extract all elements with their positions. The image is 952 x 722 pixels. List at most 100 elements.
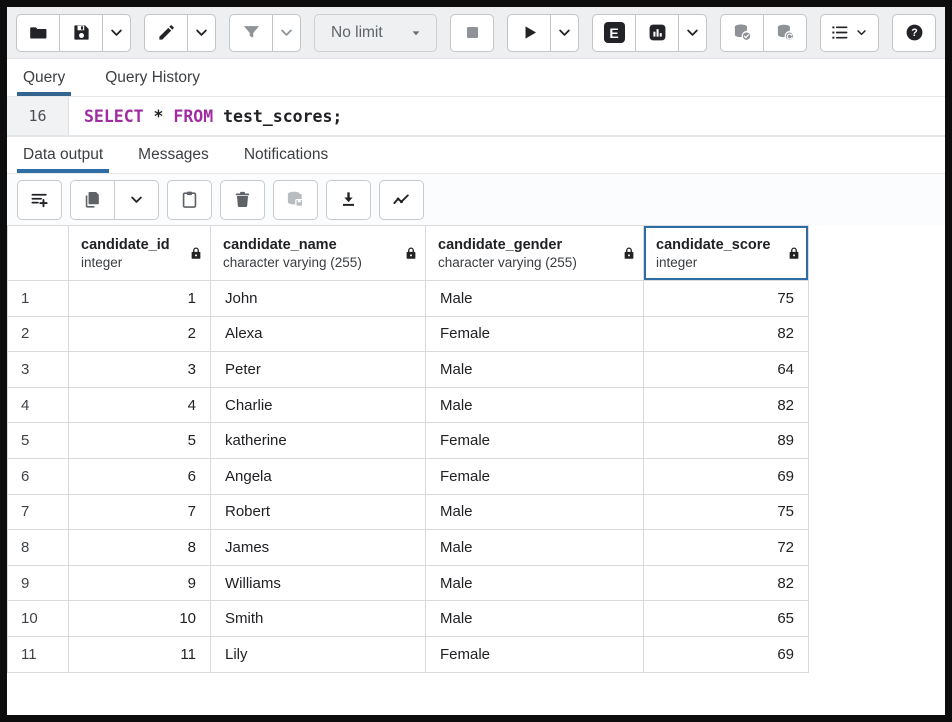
cell-candidate_id[interactable]: 6 — [69, 458, 211, 494]
filter-icon — [242, 23, 261, 42]
select-all-corner[interactable] — [8, 226, 69, 281]
cell-candidate_score[interactable]: 64 — [644, 352, 809, 388]
save-dropdown-button[interactable] — [102, 14, 131, 52]
cell-candidate_gender[interactable]: Male — [426, 601, 644, 637]
cell-candidate_name[interactable]: Smith — [211, 601, 426, 637]
cell-candidate_id[interactable]: 9 — [69, 565, 211, 601]
cell-candidate_score[interactable]: 82 — [644, 387, 809, 423]
cell-candidate_gender[interactable]: Male — [426, 387, 644, 423]
open-file-button[interactable] — [16, 14, 60, 52]
cell-candidate_name[interactable]: Angela — [211, 458, 426, 494]
cell-candidate_name[interactable]: Alexa — [211, 316, 426, 352]
edit-button[interactable] — [144, 14, 188, 52]
cell-candidate_id[interactable]: 4 — [69, 387, 211, 423]
query-tool-window: No limit E? Query Query History 1 6 SELECT… — [0, 0, 952, 722]
explain-dropdown-button[interactable] — [678, 14, 707, 52]
add-row-button[interactable] — [17, 180, 62, 220]
cell-candidate_gender[interactable]: Female — [426, 458, 644, 494]
row-number[interactable]: 5 — [8, 423, 69, 459]
execute-dropdown-button[interactable] — [550, 14, 579, 52]
row-number[interactable]: 3 — [8, 352, 69, 388]
cell-candidate_id[interactable]: 2 — [69, 316, 211, 352]
tab-messages[interactable]: Messages — [134, 137, 213, 173]
filter-dropdown-button[interactable] — [272, 14, 301, 52]
chevron-down-icon — [127, 190, 146, 209]
cell-candidate_name[interactable]: katherine — [211, 423, 426, 459]
column-header-candidate_gender[interactable]: candidate_gendercharacter varying (255) — [426, 226, 644, 281]
cell-candidate_gender[interactable]: Male — [426, 352, 644, 388]
cell-candidate_id[interactable]: 3 — [69, 352, 211, 388]
cell-candidate_id[interactable]: 8 — [69, 530, 211, 566]
cell-candidate_name[interactable]: Peter — [211, 352, 426, 388]
cell-candidate_gender[interactable]: Male — [426, 565, 644, 601]
explain-button[interactable]: E — [592, 14, 636, 52]
row-number[interactable]: 6 — [8, 458, 69, 494]
tab-query-history[interactable]: Query History — [101, 59, 204, 96]
rollback-button[interactable] — [763, 14, 807, 52]
cell-candidate_name[interactable]: James — [211, 530, 426, 566]
column-header-candidate_name[interactable]: candidate_namecharacter varying (255) — [211, 226, 426, 281]
help-button[interactable]: ? — [892, 14, 936, 52]
cell-candidate_score[interactable]: 75 — [644, 494, 809, 530]
row-number[interactable]: 10 — [8, 601, 69, 637]
commit-button[interactable] — [720, 14, 764, 52]
tab-notifications[interactable]: Notifications — [240, 137, 332, 173]
table-row: 11JohnMale75 — [8, 281, 809, 317]
cell-candidate_name[interactable]: Williams — [211, 565, 426, 601]
save-data-changes-button[interactable] — [273, 180, 318, 220]
cell-candidate_id[interactable]: 7 — [69, 494, 211, 530]
row-number[interactable]: 1 — [8, 281, 69, 317]
row-number[interactable]: 2 — [8, 316, 69, 352]
cell-candidate_gender[interactable]: Male — [426, 494, 644, 530]
edit-dropdown-button[interactable] — [187, 14, 216, 52]
cell-candidate_name[interactable]: Charlie — [211, 387, 426, 423]
row-number[interactable]: 4 — [8, 387, 69, 423]
cell-candidate_gender[interactable]: Male — [426, 281, 644, 317]
lock-icon — [189, 246, 203, 260]
cell-candidate_score[interactable]: 82 — [644, 316, 809, 352]
row-number[interactable]: 8 — [8, 530, 69, 566]
cell-candidate_id[interactable]: 5 — [69, 423, 211, 459]
paste-button[interactable] — [167, 180, 212, 220]
cell-candidate_score[interactable]: 65 — [644, 601, 809, 637]
stop-button[interactable] — [450, 14, 494, 52]
execute-button[interactable] — [507, 14, 551, 52]
tab-data-output[interactable]: Data output — [19, 137, 107, 173]
copy-dropdown-button[interactable] — [114, 180, 159, 220]
row-limit-select[interactable]: No limit — [314, 14, 437, 52]
cell-candidate_id[interactable]: 11 — [69, 636, 211, 672]
row-number[interactable]: 9 — [8, 565, 69, 601]
explain-analyze-button[interactable] — [635, 14, 679, 52]
cell-candidate_score[interactable]: 89 — [644, 423, 809, 459]
copy-button[interactable] — [70, 180, 115, 220]
column-header-candidate_score[interactable]: candidate_scoreinteger — [644, 226, 809, 281]
row-number[interactable]: 11 — [8, 636, 69, 672]
cell-candidate_score[interactable]: 69 — [644, 458, 809, 494]
macros-button[interactable] — [820, 14, 879, 52]
graph-visualiser-button[interactable] — [379, 180, 424, 220]
cell-candidate_gender[interactable]: Male — [426, 530, 644, 566]
row-number[interactable]: 7 — [8, 494, 69, 530]
cell-candidate_name[interactable]: John — [211, 281, 426, 317]
cell-candidate_gender[interactable]: Female — [426, 636, 644, 672]
cell-candidate_score[interactable]: 69 — [644, 636, 809, 672]
lock-icon — [622, 246, 636, 260]
cell-candidate_score[interactable]: 75 — [644, 281, 809, 317]
cell-candidate_score[interactable]: 72 — [644, 530, 809, 566]
save-button[interactable] — [59, 14, 103, 52]
column-name: candidate_name — [223, 237, 399, 253]
download-csv-button[interactable] — [326, 180, 371, 220]
cell-candidate_name[interactable]: Lily — [211, 636, 426, 672]
cell-candidate_name[interactable]: Robert — [211, 494, 426, 530]
filter-button[interactable] — [229, 14, 273, 52]
cell-candidate_gender[interactable]: Female — [426, 316, 644, 352]
cell-candidate_id[interactable]: 1 — [69, 281, 211, 317]
delete-row-button[interactable] — [220, 180, 265, 220]
sql-code-line[interactable]: SELECT * FROM test_scores; — [69, 97, 945, 135]
column-header-candidate_id[interactable]: candidate_idinteger — [69, 226, 211, 281]
explain-analyze-icon — [648, 23, 667, 42]
cell-candidate_id[interactable]: 10 — [69, 601, 211, 637]
cell-candidate_gender[interactable]: Female — [426, 423, 644, 459]
tab-query[interactable]: Query — [19, 59, 69, 96]
cell-candidate_score[interactable]: 82 — [644, 565, 809, 601]
